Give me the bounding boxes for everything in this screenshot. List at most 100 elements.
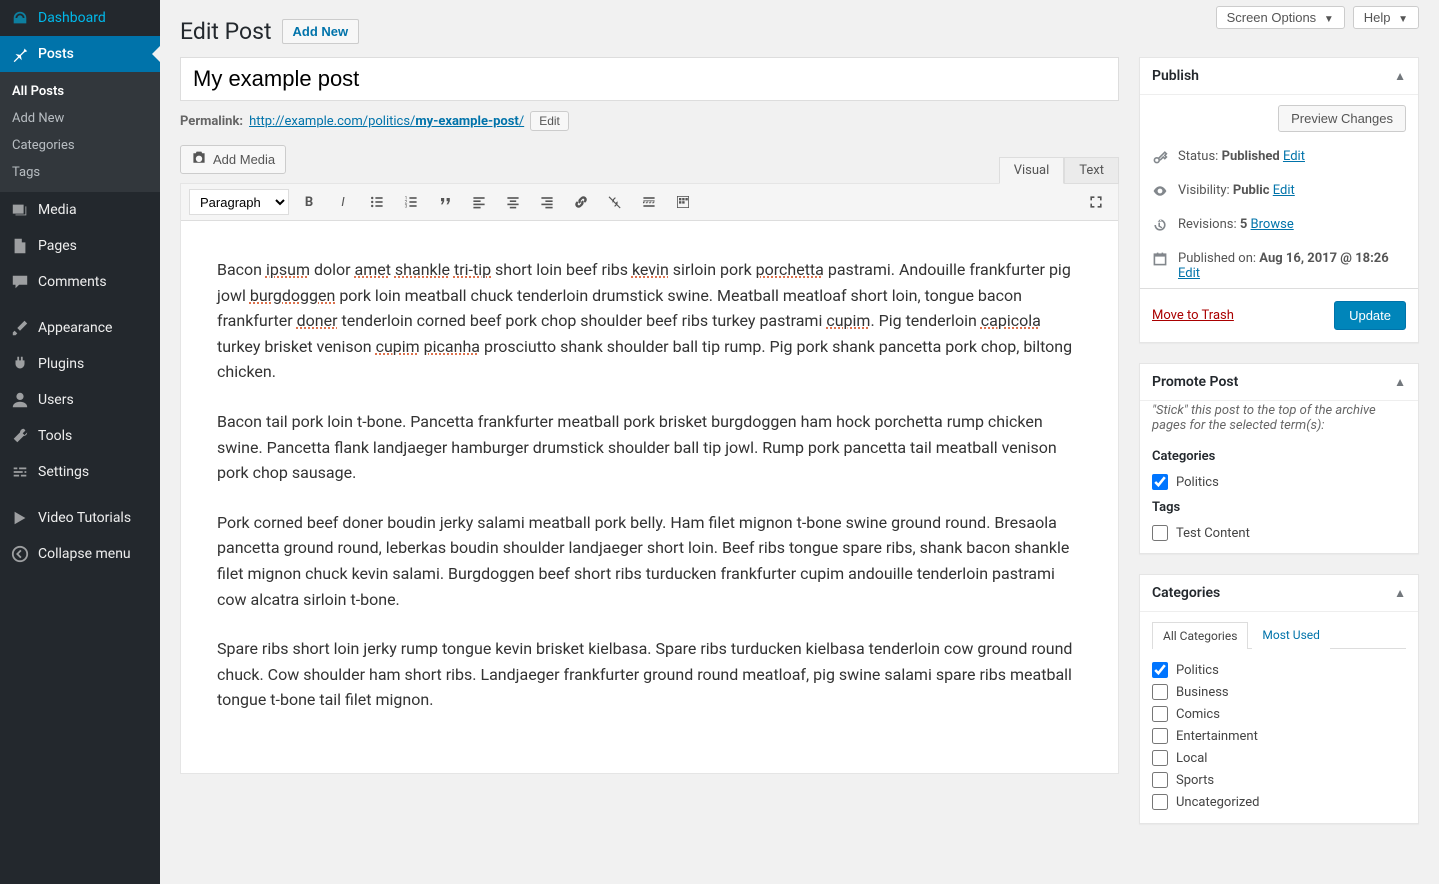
checkbox[interactable] xyxy=(1152,474,1168,490)
promote-tag-item[interactable]: Test Content xyxy=(1140,521,1418,545)
checkbox-label: Comics xyxy=(1176,707,1220,722)
menu-video-tutorials[interactable]: Video Tutorials xyxy=(0,500,160,536)
promote-category-item[interactable]: Politics xyxy=(1140,470,1418,494)
checkbox[interactable] xyxy=(1152,706,1168,722)
submenu-add-new[interactable]: Add New xyxy=(0,105,160,132)
sliders-icon xyxy=(10,462,30,482)
menu-label: Settings xyxy=(38,464,89,480)
checkbox[interactable] xyxy=(1152,750,1168,766)
permalink-row: Permalink: http://example.com/politics/m… xyxy=(180,111,1119,131)
category-item[interactable]: Business xyxy=(1152,681,1406,703)
editor-content[interactable]: Bacon ipsum dolor amet shankle tri-tip s… xyxy=(181,221,1118,773)
editor-tab-visual[interactable]: Visual xyxy=(999,157,1065,184)
menu-label: Collapse menu xyxy=(38,546,131,562)
pages-icon xyxy=(10,236,30,256)
menu-posts[interactable]: Posts xyxy=(0,36,160,72)
align-left-button[interactable] xyxy=(465,188,493,216)
link-button[interactable] xyxy=(567,188,595,216)
wrench-icon xyxy=(10,426,30,446)
menu-collapse[interactable]: Collapse menu xyxy=(0,536,160,572)
submenu-categories[interactable]: Categories xyxy=(0,132,160,159)
checkbox[interactable] xyxy=(1152,772,1168,788)
help-button[interactable]: Help ▼ xyxy=(1353,6,1419,29)
posts-submenu: All Posts Add New Categories Tags xyxy=(0,72,160,192)
menu-label: Dashboard xyxy=(38,10,106,26)
edit-slug-button[interactable]: Edit xyxy=(530,111,569,131)
checkbox[interactable] xyxy=(1152,525,1168,541)
cat-tab-most-used[interactable]: Most Used xyxy=(1252,622,1330,649)
plug-icon xyxy=(10,354,30,374)
toolbar-toggle-button[interactable] xyxy=(669,188,697,216)
category-list: Politics Business Comics Entertainment Local… xyxy=(1140,649,1418,823)
checkbox-label: Politics xyxy=(1176,475,1219,490)
preview-changes-button[interactable]: Preview Changes xyxy=(1278,105,1406,132)
screen-options-button[interactable]: Screen Options ▼ xyxy=(1216,6,1345,29)
checkbox[interactable] xyxy=(1152,794,1168,810)
ul-button[interactable] xyxy=(363,188,391,216)
checkbox[interactable] xyxy=(1152,728,1168,744)
edit-status-link[interactable]: Edit xyxy=(1283,149,1305,164)
post-title-input[interactable] xyxy=(180,57,1119,101)
cat-tab-all[interactable]: All Categories xyxy=(1152,622,1248,649)
move-to-trash-link[interactable]: Move to Trash xyxy=(1152,308,1234,323)
checkbox[interactable] xyxy=(1152,684,1168,700)
permalink-link[interactable]: http://example.com/politics/my-example-p… xyxy=(249,114,524,129)
menu-pages[interactable]: Pages xyxy=(0,228,160,264)
menu-label: Appearance xyxy=(38,320,112,336)
category-item[interactable]: Uncategorized xyxy=(1152,791,1406,813)
menu-label: Video Tutorials xyxy=(38,510,131,526)
menu-comments[interactable]: Comments xyxy=(0,264,160,300)
fullscreen-button[interactable] xyxy=(1082,188,1110,216)
unlink-button[interactable] xyxy=(601,188,629,216)
menu-dashboard[interactable]: Dashboard xyxy=(0,0,160,36)
promote-help: "Stick" this post to the top of the arch… xyxy=(1140,401,1418,443)
user-icon xyxy=(10,390,30,410)
menu-settings[interactable]: Settings xyxy=(0,454,160,490)
toggle-icon[interactable]: ▲ xyxy=(1394,586,1406,600)
menu-label: Comments xyxy=(38,274,107,290)
bold-button[interactable]: B xyxy=(295,188,323,216)
menu-users[interactable]: Users xyxy=(0,382,160,418)
comments-icon xyxy=(10,272,30,292)
menu-label: Posts xyxy=(38,46,74,62)
update-button[interactable]: Update xyxy=(1334,301,1406,330)
category-item[interactable]: Comics xyxy=(1152,703,1406,725)
align-center-button[interactable] xyxy=(499,188,527,216)
menu-media[interactable]: Media xyxy=(0,192,160,228)
more-button[interactable] xyxy=(635,188,663,216)
menu-appearance[interactable]: Appearance xyxy=(0,310,160,346)
menu-tools[interactable]: Tools xyxy=(0,418,160,454)
add-media-button[interactable]: Add Media xyxy=(180,145,286,174)
align-right-button[interactable] xyxy=(533,188,561,216)
categories-title: Categories xyxy=(1152,585,1220,601)
category-item[interactable]: Politics xyxy=(1152,659,1406,681)
edit-date-link[interactable]: Edit xyxy=(1178,266,1200,281)
submenu-all-posts[interactable]: All Posts xyxy=(0,78,160,105)
category-item[interactable]: Local xyxy=(1152,747,1406,769)
ol-button[interactable]: 123 xyxy=(397,188,425,216)
editor-toolbar: Paragraph B I 123 xyxy=(181,184,1118,221)
editor: Paragraph B I 123 xyxy=(180,183,1119,774)
checkbox-label: Politics xyxy=(1176,663,1219,678)
toggle-icon[interactable]: ▲ xyxy=(1394,69,1406,83)
browse-revisions-link[interactable]: Browse xyxy=(1251,217,1294,232)
checkbox-label: Local xyxy=(1176,751,1207,766)
admin-sidebar: Dashboard Posts All Posts Add New Catego… xyxy=(0,0,160,884)
edit-visibility-link[interactable]: Edit xyxy=(1273,183,1295,198)
dashboard-icon xyxy=(10,8,30,28)
pin-icon xyxy=(10,44,30,64)
menu-plugins[interactable]: Plugins xyxy=(0,346,160,382)
add-new-button[interactable]: Add New xyxy=(282,19,360,44)
checkbox[interactable] xyxy=(1152,662,1168,678)
submenu-tags[interactable]: Tags xyxy=(0,159,160,186)
category-item[interactable]: Sports xyxy=(1152,769,1406,791)
checkbox-label: Sports xyxy=(1176,773,1214,788)
checkbox-label: Entertainment xyxy=(1176,729,1258,744)
category-item[interactable]: Entertainment xyxy=(1152,725,1406,747)
toggle-icon[interactable]: ▲ xyxy=(1394,375,1406,389)
editor-tab-text[interactable]: Text xyxy=(1064,157,1119,184)
quote-button[interactable] xyxy=(431,188,459,216)
italic-button[interactable]: I xyxy=(329,188,357,216)
brush-icon xyxy=(10,318,30,338)
format-select[interactable]: Paragraph xyxy=(189,189,289,215)
